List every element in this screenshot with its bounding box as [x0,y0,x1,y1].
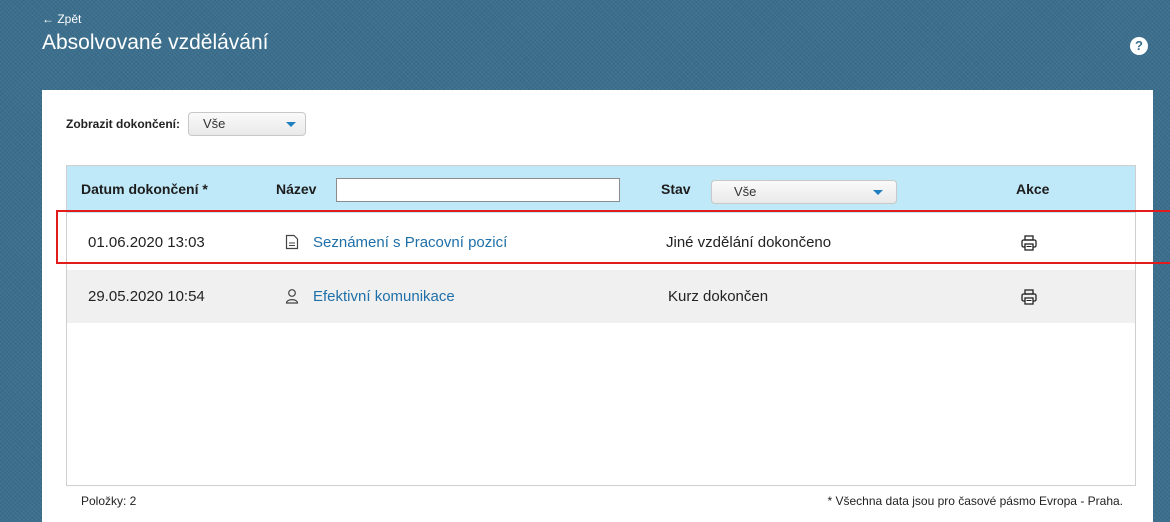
back-link[interactable]: ← Zpět [42,12,81,26]
print-icon[interactable] [1020,288,1038,306]
document-icon [285,234,299,250]
page-title: Absolvované vzdělávání [42,31,269,54]
chevron-down-icon [873,190,883,195]
column-header-action: Akce [1016,181,1050,197]
help-icon[interactable]: ? [1130,37,1148,55]
completion-filter: Zobrazit dokončení: Vše [66,110,306,138]
status-filter-value: Vše [734,184,757,199]
print-icon[interactable] [1020,234,1038,252]
completion-filter-select[interactable]: Vše [188,112,306,136]
column-header-name: Název [276,181,317,197]
course-name-link[interactable]: Efektivní komunikace [313,270,455,323]
completion-status: Jiné vzdělání dokončeno [666,234,832,251]
page-header: ← Zpět Absolvované vzdělávání ? [0,0,1170,90]
completion-date: 01.06.2020 13:03 [88,234,205,251]
column-header-date[interactable]: Datum dokončení * [81,166,208,213]
completion-filter-label: Zobrazit dokončení: [66,117,180,131]
completion-status: Kurz dokončen [668,288,769,305]
content-panel: Zobrazit dokončení: Vše Datum dokončení … [42,90,1153,522]
table-header: Datum dokončení * Název Stav Vše Akce [67,166,1135,213]
table-row: 29.05.2020 10:54 Efektivní komunikace Ku… [67,270,1135,323]
column-header-status: Stav [661,181,691,197]
name-filter-input[interactable] [336,178,620,202]
timezone-note: * Všechna data jsou pro časové pásmo Evr… [827,494,1124,508]
chevron-down-icon [286,122,296,127]
completed-training-table: Datum dokončení * Název Stav Vše Akce 01… [66,165,1136,486]
status-filter-select[interactable]: Vše [711,180,897,204]
course-name-link[interactable]: Seznámení s Pracovní pozicí [313,216,507,269]
completion-date: 29.05.2020 10:54 [88,288,205,305]
person-icon [285,289,299,304]
item-count: Položky: 2 [81,494,137,508]
completion-filter-value: Vše [203,116,226,131]
table-row: 01.06.2020 13:03 Seznámení s Pracovní po… [67,216,1135,269]
